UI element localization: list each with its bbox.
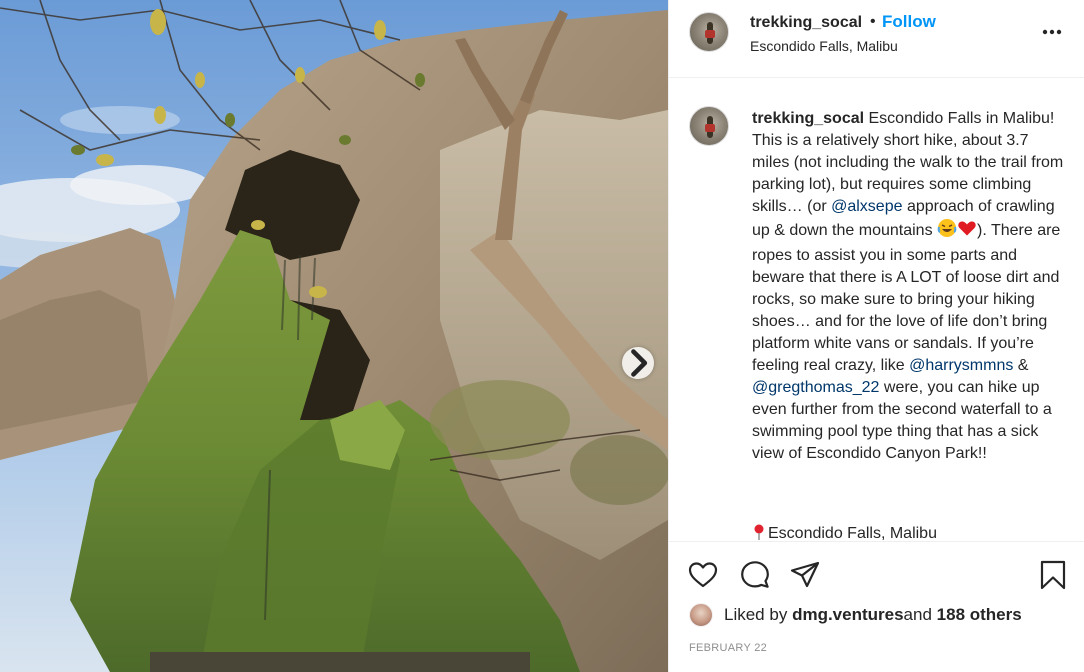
chevron-right-icon xyxy=(631,349,648,377)
mention-link[interactable]: @harrysmmns xyxy=(909,357,1013,374)
more-options-icon[interactable] xyxy=(1038,22,1066,42)
caption-text-3: ). There are ropes to assist you in some… xyxy=(752,222,1065,374)
likes-prefix: Liked by xyxy=(724,605,788,624)
post-photo[interactable] xyxy=(0,0,668,672)
header-username[interactable]: trekking_socal xyxy=(750,14,862,32)
caption-place-text: Escondido Falls, Malibu xyxy=(768,525,937,541)
comments-section: trekking_socal Escondido Falls in Malibu… xyxy=(669,78,1084,541)
location-link[interactable]: Escondido Falls, Malibu xyxy=(750,38,898,54)
likes-others-link[interactable]: 188 others xyxy=(937,605,1022,625)
action-bar: Liked by dmg.ventures and 188 others FEB… xyxy=(669,541,1084,672)
heart-icon[interactable] xyxy=(687,559,719,591)
waterfall-photo xyxy=(0,0,668,672)
post-details-panel: trekking_socal • Follow Escondido Falls,… xyxy=(668,0,1084,672)
caption-place-line: Escondido Falls, Malibu xyxy=(752,524,937,541)
comment-icon[interactable] xyxy=(739,559,771,591)
liker-avatar[interactable] xyxy=(689,603,713,627)
likes-middle: and xyxy=(903,605,932,624)
separator-dot: • xyxy=(870,13,876,30)
caption-avatar[interactable] xyxy=(689,106,729,146)
caption-username[interactable]: trekking_socal xyxy=(752,110,864,127)
carousel-next-button[interactable] xyxy=(622,347,654,379)
round-pushpin-icon xyxy=(754,524,764,540)
mention-link[interactable]: @gregthomas_22 xyxy=(752,379,879,396)
liker-username[interactable]: dmg.ventures xyxy=(792,605,903,625)
avatar[interactable] xyxy=(689,12,729,52)
post-caption: trekking_socal Escondido Falls in Malibu… xyxy=(752,108,1068,465)
mention-link[interactable]: @alxsepe xyxy=(831,198,902,215)
red-heart-emoji xyxy=(957,218,977,245)
caption-text-4: & xyxy=(1013,357,1033,374)
post-date[interactable]: FEBRUARY 22 xyxy=(689,642,767,654)
laughing-tears-emoji xyxy=(937,218,957,245)
follow-button[interactable]: Follow xyxy=(882,12,936,32)
bookmark-icon[interactable] xyxy=(1037,559,1069,591)
likes-summary: Liked by dmg.ventures and 188 others xyxy=(689,602,1022,628)
share-icon[interactable] xyxy=(789,559,821,591)
post-header: trekking_socal • Follow Escondido Falls,… xyxy=(669,0,1084,78)
